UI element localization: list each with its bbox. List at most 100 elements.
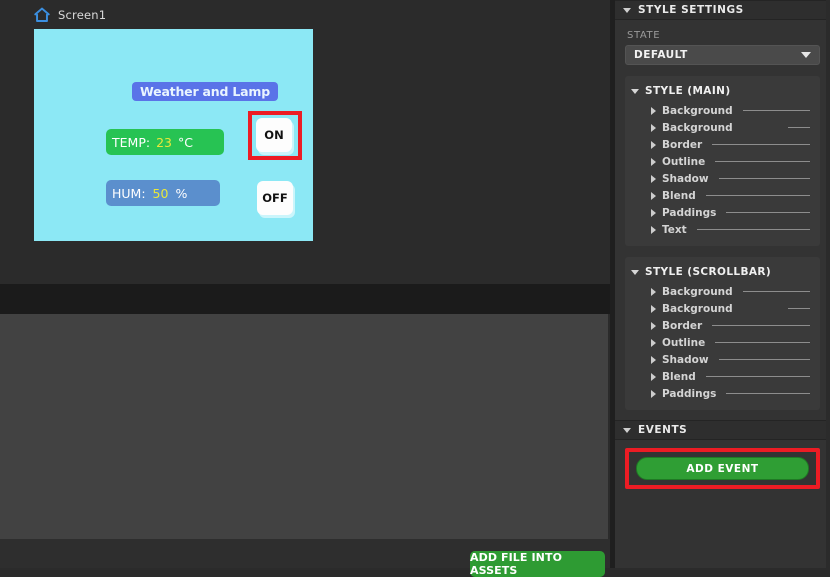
chevron-right-icon [651,174,656,183]
prop-row-outline[interactable]: Outline [625,153,820,170]
prop-rule [718,178,810,179]
prop-label: Blend [662,189,696,202]
prop-rule [712,325,810,326]
prop-row-sb-border[interactable]: Border [625,317,820,334]
hum-value: 50 [152,185,169,201]
chevron-right-icon [651,321,656,330]
editor-main-area: Screen1 Weather and Lamp TEMP: 23 °C HUM… [0,0,610,577]
prop-label: Blend [662,370,696,383]
chevron-down-icon [631,269,639,275]
events-header[interactable]: EVENTS [615,420,830,440]
style-scrollbar-group-title: STYLE (SCROLLBAR) [645,266,772,278]
prop-rule [718,359,810,360]
prop-row-sb-blend[interactable]: Blend [625,368,820,385]
assets-pane[interactable] [0,314,610,539]
style-main-group: STYLE (MAIN) Background Background Borde… [625,76,820,246]
screen-tab-label: Screen1 [58,7,107,22]
widget-hum-label[interactable]: HUM: 50 % [106,180,220,206]
prop-rule [742,291,810,292]
home-icon [34,7,50,22]
chevron-right-icon [651,304,656,313]
prop-row-paddings[interactable]: Paddings [625,204,820,221]
chevron-right-icon [651,140,656,149]
prop-row-shadow[interactable]: Shadow [625,170,820,187]
prop-row-border[interactable]: Border [625,136,820,153]
prop-row-blend[interactable]: Blend [625,187,820,204]
prop-label: Border [662,138,703,151]
chevron-right-icon [651,208,656,217]
prop-row-text[interactable]: Text [625,221,820,238]
prop-rule [715,161,810,162]
hum-key: HUM: [112,185,146,201]
chevron-right-icon [651,372,656,381]
chevron-down-icon [631,88,639,94]
add-event-button[interactable]: ADD EVENT [636,457,809,480]
state-field-label: STATE [627,30,661,41]
prop-label: Paddings [662,206,717,219]
prop-rule [705,376,810,377]
prop-label: Background [662,285,733,298]
temp-value: 23 [156,134,172,150]
chevron-right-icon [651,389,656,398]
widget-on-button[interactable]: ON [256,118,292,152]
chevron-right-icon [651,191,656,200]
chevron-right-icon [651,287,656,296]
widget-title-label[interactable]: Weather and Lamp [132,82,278,101]
add-file-into-assets-button[interactable]: ADD FILE INTO ASSETS [470,551,605,577]
prop-rule [715,342,810,343]
prop-row-sb-background-2[interactable]: Background [625,300,820,317]
prop-label: Outline [662,155,706,168]
prop-row-sb-outline[interactable]: Outline [625,334,820,351]
prop-row-background[interactable]: Background [625,102,820,119]
prop-row-sb-shadow[interactable]: Shadow [625,351,820,368]
prop-label: Text [662,223,687,236]
state-select-value: DEFAULT [634,49,688,61]
style-settings-header[interactable]: STYLE SETTINGS [615,0,830,20]
prop-row-background-2[interactable]: Background [625,119,820,136]
widget-temp-label[interactable]: TEMP: 23 °C [106,129,224,155]
chevron-right-icon [651,355,656,364]
events-body: ADD EVENT [615,440,830,497]
widget-off-button[interactable]: OFF [257,181,293,215]
app-root: Screen1 Weather and Lamp TEMP: 23 °C HUM… [0,0,830,577]
add-event-highlight: ADD EVENT [625,448,820,489]
state-select[interactable]: DEFAULT [625,45,820,65]
prop-rule [696,229,810,230]
prop-label: Shadow [662,353,709,366]
style-scrollbar-group: STYLE (SCROLLBAR) Background Background … [625,257,820,410]
style-main-group-title: STYLE (MAIN) [645,85,731,97]
chevron-right-icon [651,157,656,166]
prop-label: Outline [662,336,706,349]
prop-rule [726,393,810,394]
style-sidebar: STYLE SETTINGS STATE DEFAULT STYLE (MAIN… [615,0,830,568]
prop-label: Paddings [662,387,717,400]
prop-row-sb-background[interactable]: Background [625,283,820,300]
prop-rule [726,212,810,213]
sidebar-scrollbar[interactable] [826,0,830,568]
prop-rule [712,144,810,145]
chevron-right-icon [651,225,656,234]
hum-unit: % [175,185,188,201]
prop-label: Background [662,121,733,134]
prop-rule [788,127,810,128]
prop-label: Background [662,302,733,315]
screen-canvas[interactable]: Weather and Lamp TEMP: 23 °C HUM: 50 % O… [34,29,313,241]
chevron-right-icon [651,123,656,132]
chevron-down-icon [623,7,631,13]
prop-row-sb-paddings[interactable]: Paddings [625,385,820,402]
screen-tab[interactable]: Screen1 [0,0,610,29]
events-title: EVENTS [638,424,688,436]
style-scrollbar-group-header[interactable]: STYLE (SCROLLBAR) [625,263,820,283]
chevron-down-icon [801,52,811,58]
prop-rule [742,110,810,111]
temp-unit: °C [177,134,193,150]
chevron-down-icon [623,427,631,433]
editor-divider-strip [0,284,610,314]
style-main-group-header[interactable]: STYLE (MAIN) [625,82,820,102]
prop-label: Shadow [662,172,709,185]
prop-label: Background [662,104,733,117]
style-settings-body: STATE DEFAULT STYLE (MAIN) Background Ba… [615,20,830,420]
prop-rule [788,308,810,309]
prop-rule [705,195,810,196]
chevron-right-icon [651,338,656,347]
